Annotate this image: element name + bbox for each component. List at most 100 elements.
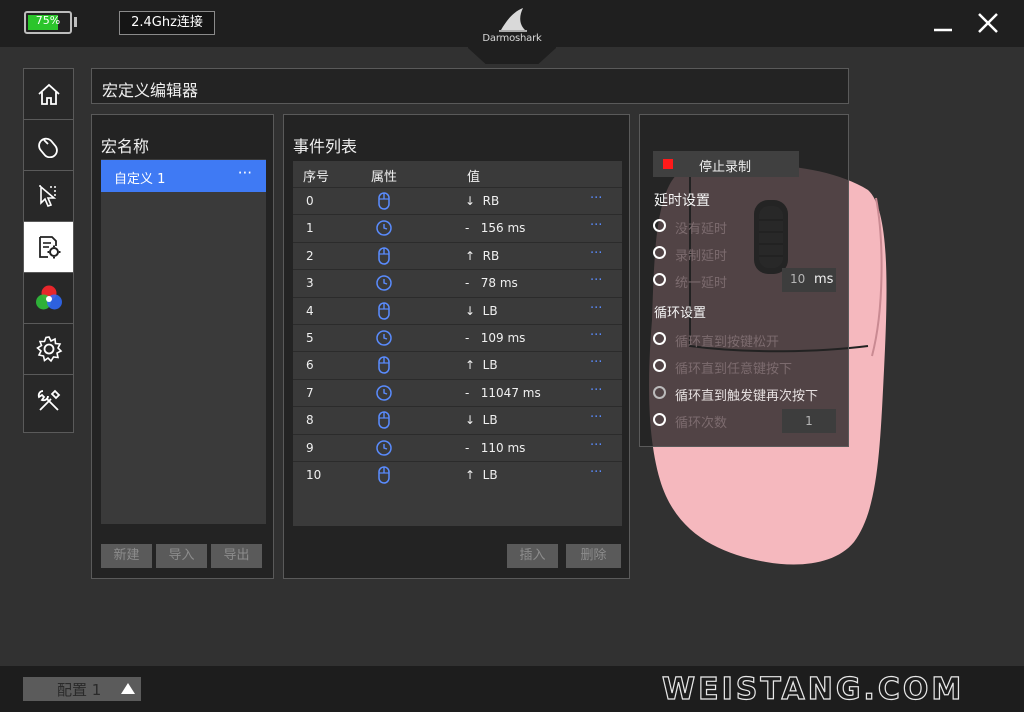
rgb-lighting-icon [35,285,62,310]
more-options-icon[interactable]: ··· [590,246,602,261]
shark-fin-logo-icon [499,8,527,32]
column-header-value: 值 [467,170,481,185]
new-macro-button[interactable]: 新建 [101,544,152,568]
sidebar [23,68,74,433]
mouse-icon [378,356,390,375]
import-macro-button[interactable]: 导入 [156,544,207,568]
sidebar-item-macro[interactable] [24,222,73,273]
mouse-icon [378,247,390,265]
mouse-icon [378,192,390,210]
event-index: 1 [306,221,314,236]
event-index: 2 [306,248,314,263]
more-options-icon[interactable]: ··· [590,191,602,206]
macro-list: 自定义 1 ··· [101,159,266,524]
clock-icon [376,220,392,237]
sidebar-item-lighting[interactable] [24,273,73,324]
record-stop-icon [663,159,673,169]
watermark: WEISTANG.COM [661,671,965,707]
event-index: 8 [306,413,314,428]
more-options-icon[interactable]: ··· [590,383,602,398]
table-row[interactable]: 10 ↑ LB ··· [293,461,622,488]
clock-icon [376,330,392,346]
page-title-bar: 宏定义编辑器 [91,68,849,104]
sidebar-item-mouse[interactable] [24,120,73,171]
table-row[interactable]: 7 - 11047 ms ··· [293,378,622,406]
event-index: 4 [306,303,314,318]
loop-option-label: 循环直到任意键按下 [675,362,793,377]
delete-event-button[interactable]: 删除 [566,544,621,568]
macro-name-panel: 宏名称 自定义 1 ··· 新建 导入 导出 [91,114,274,579]
column-header-attribute: 属性 [371,170,398,185]
more-options-icon[interactable]: ··· [590,465,602,480]
macro-list-item[interactable]: 自定义 1 ··· [101,160,266,192]
event-value: - 156 ms [465,221,526,236]
battery-tip [74,17,77,27]
pointer-settings-icon [38,184,58,207]
sidebar-item-settings[interactable] [24,324,73,375]
table-row[interactable]: 8 ↓ LB ··· [293,406,622,433]
event-value: - 109 ms [465,331,526,345]
sidebar-item-pointer[interactable] [24,171,73,222]
table-row[interactable]: 2 ↑ RB ··· [293,241,622,269]
event-table: 序号 属性 值 0 ↓ RB ··· 1 - 156 ms ··· 2 ↑ RB ··· 3 - 7… [293,161,622,526]
uniform-delay-input[interactable]: 10 ms [782,268,836,292]
event-value: - 11047 ms [465,385,541,400]
more-options-icon[interactable]: ··· [590,438,602,453]
brand-logo-text: Darmoshark [482,33,542,44]
table-row[interactable]: 6 ↑ LB ··· [293,351,622,378]
clock-icon [376,385,392,401]
export-macro-button[interactable]: 导出 [211,544,262,568]
event-index: 3 [306,276,314,291]
mouse-icon [378,466,390,484]
radio-button[interactable] [653,332,666,345]
minimize-icon[interactable] [930,10,956,36]
more-options-icon[interactable]: ··· [590,355,602,370]
more-options-icon[interactable]: ··· [590,328,602,343]
radio-button[interactable] [653,219,666,232]
sidebar-item-home[interactable] [24,69,73,120]
radio-button[interactable] [653,413,666,426]
table-row[interactable]: 3 - 78 ms ··· [293,269,622,296]
column-header-index: 序号 [303,170,330,185]
event-value: ↑ LB [465,468,498,482]
table-row[interactable]: 1 - 156 ms ··· [293,214,622,241]
delay-settings-title: 延时设置 [654,193,710,209]
event-index: 7 [306,385,314,400]
radio-button[interactable] [653,273,666,286]
more-options-icon[interactable]: ··· [590,301,602,316]
profile-selector[interactable]: 配置 1 [23,677,141,701]
more-options-icon[interactable]: ··· [238,164,252,182]
table-row[interactable]: 9 - 110 ms ··· [293,433,622,461]
delay-value: 10 [790,272,806,286]
more-options-icon[interactable]: ··· [590,218,602,233]
table-row[interactable]: 4 ↓ LB ··· [293,296,622,324]
mouse-icon [37,137,58,158]
sidebar-item-tools[interactable] [24,375,73,426]
loop-option-label: 循环直到按键松开 [675,335,780,350]
chevron-up-icon[interactable] [121,683,135,694]
clock-icon [376,275,392,291]
radio-button[interactable] [653,386,666,399]
profile-label: 配置 1 [57,681,102,699]
clock-icon [376,439,392,456]
radio-button[interactable] [653,246,666,259]
table-row[interactable]: 0 ↓ RB ··· [293,187,622,214]
stop-record-button[interactable]: 停止录制 [653,151,799,177]
close-icon[interactable] [975,10,1001,36]
macro-editor-icon [38,236,60,259]
table-row[interactable]: 5 - 109 ms ··· [293,324,622,351]
loop-option-label: 循环次数 [675,416,728,431]
insert-event-button[interactable]: 插入 [507,544,558,568]
loop-count-input[interactable]: 1 [782,409,836,433]
event-list-panel: 事件列表 序号 属性 值 0 ↓ RB ··· 1 - 156 ms ··· 2 ↑ RB ··… [283,114,630,579]
event-panel-title: 事件列表 [293,137,358,156]
event-value: ↓ RB [465,194,500,208]
event-value: ↓ LB [465,303,498,318]
more-options-icon[interactable]: ··· [590,410,602,425]
mouse-icon [378,301,390,320]
radio-button[interactable] [653,359,666,372]
more-options-icon[interactable]: ··· [590,273,602,288]
connection-status-button[interactable]: 2.4Ghz连接 [119,11,215,35]
gear-icon [35,336,62,363]
event-value: ↑ RB [465,248,500,263]
